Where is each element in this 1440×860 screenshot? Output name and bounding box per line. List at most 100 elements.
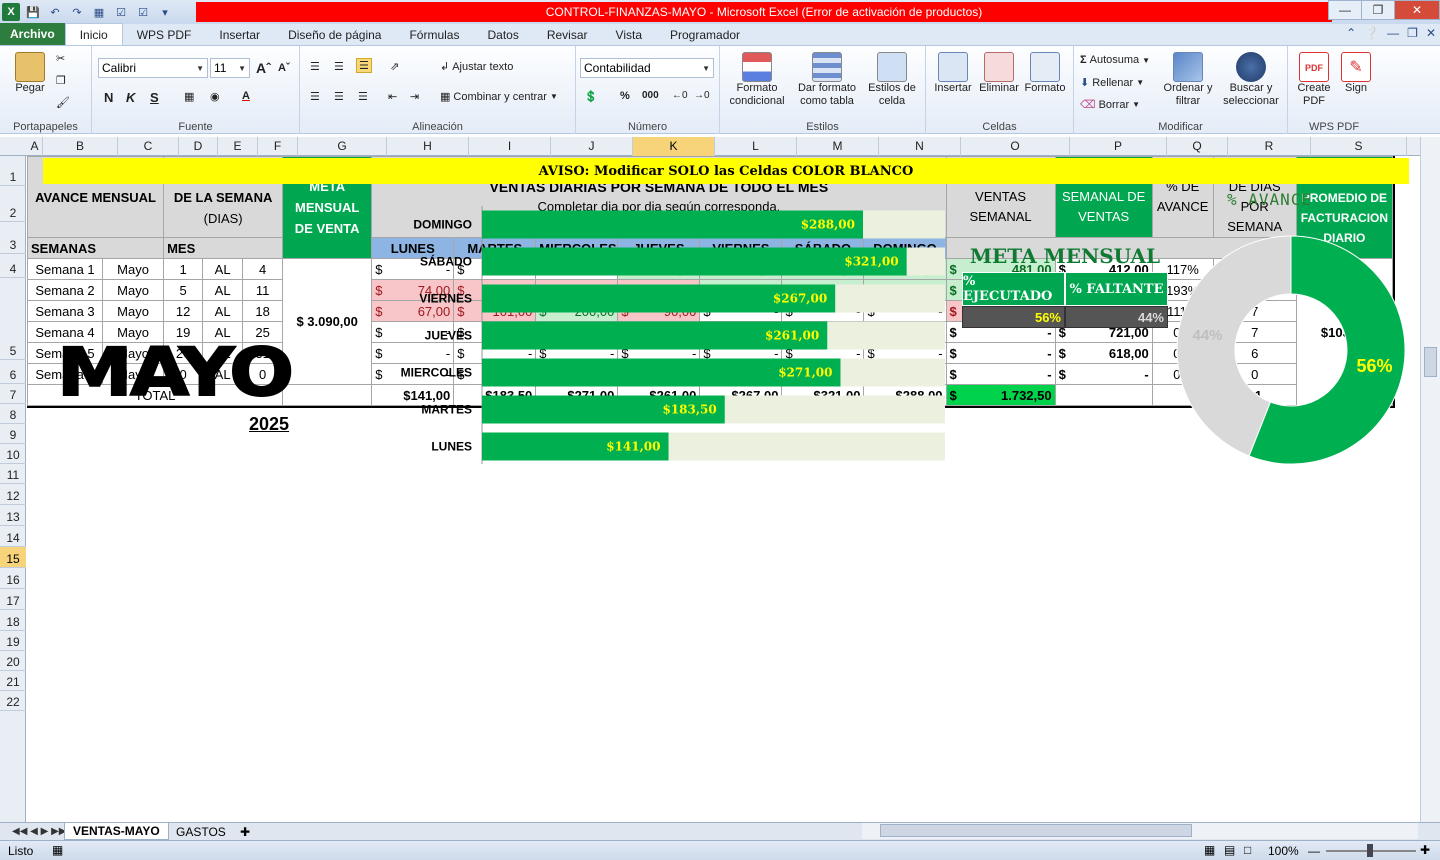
conditional-format-button[interactable]: Formato condicional [724,52,790,108]
row-header-13[interactable]: 13 [0,505,26,526]
decrease-indent-icon[interactable]: ⇤ [388,90,397,103]
row-header-4[interactable]: 4 [0,254,26,278]
bold-icon[interactable]: N [104,90,113,105]
delete-cells-button[interactable]: Eliminar [976,52,1022,95]
column-header-o[interactable]: O [961,137,1070,156]
underline-icon[interactable]: S [150,90,159,105]
restore-icon[interactable]: ❐ [1361,0,1395,20]
orientation-icon[interactable]: ⇗ [390,60,399,73]
column-header-p[interactable]: P [1070,137,1167,156]
page-break-icon[interactable]: □ [1244,843,1251,857]
row-header-5[interactable]: 5 [0,278,26,360]
column-header-r[interactable]: R [1228,137,1311,156]
decrease-decimal-icon[interactable]: →0 [694,90,710,101]
week-end[interactable]: 18 [242,300,284,322]
fill-button[interactable]: ⬇ Rellenar ▼ [1080,76,1144,90]
merge-center-button[interactable]: ▦ Combinar y centrar ▼ [440,90,558,104]
align-right-icon[interactable]: ☰ [358,90,368,103]
insert-cells-button[interactable]: Insertar [930,52,976,95]
tab-wps-pdf[interactable]: WPS PDF [123,24,206,45]
wrap-text-button[interactable]: ↲ Ajustar texto [440,60,513,74]
column-header-n[interactable]: N [879,137,961,156]
customize-qat-icon[interactable]: ▾ [156,3,174,21]
macro-record-icon[interactable]: ▦ [52,843,63,857]
zoom-level[interactable]: 100% [1268,844,1299,858]
form-icon[interactable]: ▦ [90,3,108,21]
font-size-combo[interactable]: 11 ▼ [210,58,250,78]
row-header-22[interactable]: 22 [0,691,26,711]
percent-icon[interactable]: % [620,90,630,102]
column-header-s[interactable]: S [1311,137,1407,156]
column-header-e[interactable]: E [218,137,258,156]
column-header-m[interactable]: M [797,137,879,156]
row-header-3[interactable]: 3 [0,222,26,254]
column-header-h[interactable]: H [387,137,469,156]
new-sheet-icon[interactable]: ✚ [232,823,258,840]
help-icon[interactable]: ❔ [1364,26,1379,40]
vertical-scrollbar[interactable] [1420,137,1440,822]
zoom-in-icon[interactable]: ✚ [1420,843,1430,857]
vertical-scroll-thumb[interactable] [1424,347,1437,377]
doc-close-icon[interactable]: ✕ [1426,26,1436,40]
doc-restore-icon[interactable]: ❐ [1407,26,1418,40]
row-header-17[interactable]: 17 [0,589,26,610]
column-header-c[interactable]: C [118,137,179,156]
row-header-2[interactable]: 2 [0,186,26,222]
tab-diseno-pagina[interactable]: Diseño de página [274,24,395,45]
tab-datos[interactable]: Datos [473,24,532,45]
align-bottom-icon[interactable]: ☰ [356,58,372,73]
row-header-6[interactable]: 6 [0,360,26,384]
row-header-11[interactable]: 11 [0,464,26,484]
row-header-19[interactable]: 19 [0,631,26,651]
sort-filter-button[interactable]: Ordenar y filtrar [1162,52,1214,108]
zoom-out-icon[interactable]: — [1308,844,1320,858]
row-header-14[interactable]: 14 [0,526,26,547]
week-start[interactable]: 5 [163,279,204,301]
redo-icon[interactable]: ↷ [68,3,86,21]
copy-icon[interactable]: ❐ [56,74,66,87]
tab-archivo[interactable]: Archivo [0,23,65,45]
minimize-icon[interactable]: — [1328,0,1362,20]
autosum-button[interactable]: Σ Autosuma ▼ [1080,54,1150,66]
column-header-i[interactable]: I [469,137,551,156]
column-header-f[interactable]: F [258,137,298,156]
week-end[interactable]: 4 [242,258,284,280]
week-start[interactable]: 1 [163,258,204,280]
increase-indent-icon[interactable]: ⇥ [410,90,419,103]
row-header-20[interactable]: 20 [0,651,26,671]
page-layout-icon[interactable]: ▤ [1224,843,1235,857]
horizontal-scrollbar[interactable] [862,823,1418,839]
format-as-table-button[interactable]: Dar formato como tabla [794,52,860,108]
fill-color-icon[interactable]: ◉ [210,90,220,103]
row-header-18[interactable]: 18 [0,610,26,631]
create-pdf-button[interactable]: PDF Create PDF [1294,52,1334,108]
grow-font-icon[interactable]: Aˆ [256,60,271,76]
week-start[interactable]: 12 [163,300,204,322]
column-header-b[interactable]: B [43,137,118,156]
paste-button[interactable]: Pegar [8,52,52,95]
align-center-icon[interactable]: ☰ [334,90,344,103]
align-top-icon[interactable]: ☰ [310,60,320,73]
tab-programador[interactable]: Programador [656,24,754,45]
doc-minimize-icon[interactable]: — [1387,26,1399,40]
tab-inicio[interactable]: Inicio [64,23,123,45]
number-format-combo[interactable]: Contabilidad ▼ [580,58,714,78]
row-header-8[interactable]: 8 [0,404,26,424]
format-painter-icon[interactable]: 🖌 [56,96,70,109]
horizontal-scroll-thumb[interactable] [880,824,1192,837]
tab-formulas[interactable]: Fórmulas [395,24,473,45]
check-icon[interactable]: ☑ [112,3,130,21]
pct-ejecutado-value[interactable]: 56% [962,306,1065,328]
currency-format-icon[interactable]: 💲 [584,90,598,103]
column-header-a[interactable]: A [27,137,43,156]
sign-button[interactable]: ✎ Sign [1336,52,1376,95]
row-header-1[interactable]: 1 [0,156,26,186]
pct-faltante-value[interactable]: 44% [1065,306,1168,328]
shrink-font-icon[interactable]: Aˇ [278,62,290,74]
thousands-icon[interactable]: 000 [642,90,659,101]
column-header-g[interactable]: G [298,137,387,156]
column-header-d[interactable]: D [179,137,218,156]
font-name-combo[interactable]: Calibri ▼ [98,58,208,78]
week-end[interactable]: 11 [242,279,284,301]
tab-insertar[interactable]: Insertar [205,24,274,45]
